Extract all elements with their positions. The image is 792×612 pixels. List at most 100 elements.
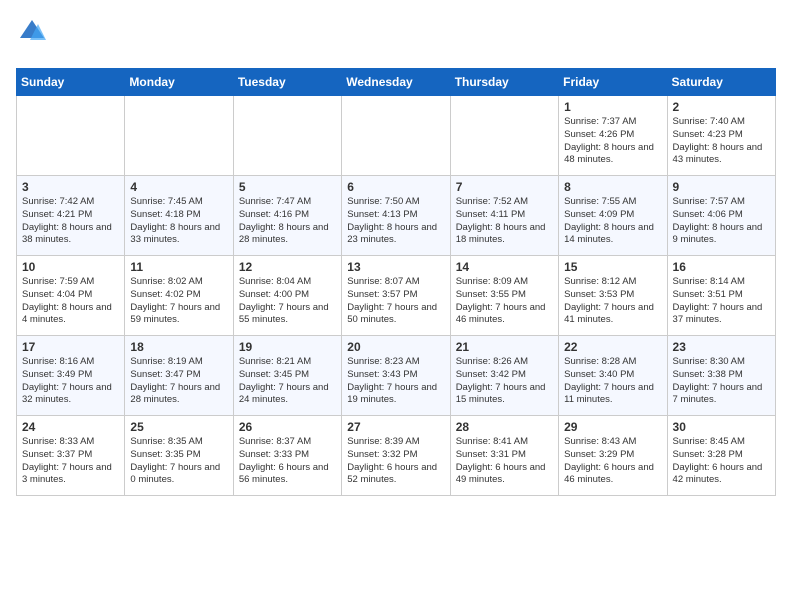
calendar-cell: 22 Sunrise: 8:28 AM Sunset: 3:40 PM Dayli… (559, 336, 667, 416)
day-info: Sunrise: 7:50 AM Sunset: 4:13 PM Dayligh… (347, 196, 444, 247)
calendar-cell: 26 Sunrise: 8:37 AM Sunset: 3:33 PM Dayli… (233, 416, 341, 496)
day-number: 3 (22, 180, 119, 194)
calendar-cell: 2 Sunrise: 7:40 AM Sunset: 4:23 PM Daylig… (667, 96, 775, 176)
day-info: Sunrise: 8:19 AM Sunset: 3:47 PM Dayligh… (130, 356, 227, 407)
day-number: 17 (22, 340, 119, 354)
day-number: 5 (239, 180, 336, 194)
day-number: 4 (130, 180, 227, 194)
col-header-saturday: Saturday (667, 69, 775, 96)
calendar-cell: 4 Sunrise: 7:45 AM Sunset: 4:18 PM Daylig… (125, 176, 233, 256)
day-number: 29 (564, 420, 661, 434)
calendar-cell: 16 Sunrise: 8:14 AM Sunset: 3:51 PM Dayli… (667, 256, 775, 336)
calendar-week-5: 24 Sunrise: 8:33 AM Sunset: 3:37 PM Dayli… (17, 416, 776, 496)
day-number: 12 (239, 260, 336, 274)
day-info: Sunrise: 8:43 AM Sunset: 3:29 PM Dayligh… (564, 436, 661, 487)
calendar-cell: 1 Sunrise: 7:37 AM Sunset: 4:26 PM Daylig… (559, 96, 667, 176)
day-info: Sunrise: 8:45 AM Sunset: 3:28 PM Dayligh… (673, 436, 770, 487)
day-info: Sunrise: 7:55 AM Sunset: 4:09 PM Dayligh… (564, 196, 661, 247)
day-number: 26 (239, 420, 336, 434)
day-number: 30 (673, 420, 770, 434)
day-info: Sunrise: 8:35 AM Sunset: 3:35 PM Dayligh… (130, 436, 227, 487)
day-info: Sunrise: 7:45 AM Sunset: 4:18 PM Dayligh… (130, 196, 227, 247)
day-number: 15 (564, 260, 661, 274)
day-number: 2 (673, 100, 770, 114)
calendar-cell: 17 Sunrise: 8:16 AM Sunset: 3:49 PM Dayli… (17, 336, 125, 416)
day-info: Sunrise: 8:02 AM Sunset: 4:02 PM Dayligh… (130, 276, 227, 327)
day-info: Sunrise: 8:26 AM Sunset: 3:42 PM Dayligh… (456, 356, 553, 407)
calendar-cell: 29 Sunrise: 8:43 AM Sunset: 3:29 PM Dayli… (559, 416, 667, 496)
day-info: Sunrise: 7:52 AM Sunset: 4:11 PM Dayligh… (456, 196, 553, 247)
page: SundayMondayTuesdayWednesdayThursdayFrid… (0, 0, 792, 506)
day-info: Sunrise: 7:42 AM Sunset: 4:21 PM Dayligh… (22, 196, 119, 247)
col-header-wednesday: Wednesday (342, 69, 450, 96)
calendar-cell: 7 Sunrise: 7:52 AM Sunset: 4:11 PM Daylig… (450, 176, 558, 256)
calendar-cell: 28 Sunrise: 8:41 AM Sunset: 3:31 PM Dayli… (450, 416, 558, 496)
calendar-cell (17, 96, 125, 176)
calendar-cell (342, 96, 450, 176)
day-number: 24 (22, 420, 119, 434)
calendar-cell: 8 Sunrise: 7:55 AM Sunset: 4:09 PM Daylig… (559, 176, 667, 256)
day-number: 22 (564, 340, 661, 354)
calendar-cell (125, 96, 233, 176)
day-number: 21 (456, 340, 553, 354)
logo-icon (18, 16, 46, 44)
calendar-cell: 15 Sunrise: 8:12 AM Sunset: 3:53 PM Dayli… (559, 256, 667, 336)
day-info: Sunrise: 8:23 AM Sunset: 3:43 PM Dayligh… (347, 356, 444, 407)
day-info: Sunrise: 8:07 AM Sunset: 3:57 PM Dayligh… (347, 276, 444, 327)
col-header-monday: Monday (125, 69, 233, 96)
day-number: 28 (456, 420, 553, 434)
day-info: Sunrise: 8:30 AM Sunset: 3:38 PM Dayligh… (673, 356, 770, 407)
day-info: Sunrise: 8:39 AM Sunset: 3:32 PM Dayligh… (347, 436, 444, 487)
day-info: Sunrise: 8:04 AM Sunset: 4:00 PM Dayligh… (239, 276, 336, 327)
calendar-week-2: 3 Sunrise: 7:42 AM Sunset: 4:21 PM Daylig… (17, 176, 776, 256)
day-number: 1 (564, 100, 661, 114)
col-header-friday: Friday (559, 69, 667, 96)
col-header-thursday: Thursday (450, 69, 558, 96)
day-info: Sunrise: 7:37 AM Sunset: 4:26 PM Dayligh… (564, 116, 661, 167)
calendar-cell (450, 96, 558, 176)
calendar-week-4: 17 Sunrise: 8:16 AM Sunset: 3:49 PM Dayli… (17, 336, 776, 416)
day-number: 25 (130, 420, 227, 434)
calendar-cell: 23Sunrise: 8:30 AM Sunset: 3:38 PM Dayli… (667, 336, 775, 416)
logo (16, 16, 46, 62)
calendar-cell: 20 Sunrise: 8:23 AM Sunset: 3:43 PM Dayli… (342, 336, 450, 416)
calendar-cell: 19Sunrise: 8:21 AM Sunset: 3:45 PM Dayli… (233, 336, 341, 416)
calendar-cell: 9Sunrise: 7:57 AM Sunset: 4:06 PM Daylig… (667, 176, 775, 256)
day-number: 9 (673, 180, 770, 194)
day-info: Sunrise: 8:28 AM Sunset: 3:40 PM Dayligh… (564, 356, 661, 407)
calendar-cell: 10Sunrise: 7:59 AM Sunset: 4:04 PM Dayli… (17, 256, 125, 336)
header (16, 16, 776, 62)
day-number: 7 (456, 180, 553, 194)
calendar-cell (233, 96, 341, 176)
day-info: Sunrise: 8:16 AM Sunset: 3:49 PM Dayligh… (22, 356, 119, 407)
calendar-week-1: 1 Sunrise: 7:37 AM Sunset: 4:26 PM Daylig… (17, 96, 776, 176)
day-number: 27 (347, 420, 444, 434)
calendar-cell: 30 Sunrise: 8:45 AM Sunset: 3:28 PM Dayli… (667, 416, 775, 496)
day-info: Sunrise: 8:14 AM Sunset: 3:51 PM Dayligh… (673, 276, 770, 327)
calendar-cell: 3 Sunrise: 7:42 AM Sunset: 4:21 PM Daylig… (17, 176, 125, 256)
day-info: Sunrise: 7:47 AM Sunset: 4:16 PM Dayligh… (239, 196, 336, 247)
day-number: 19 (239, 340, 336, 354)
day-number: 13 (347, 260, 444, 274)
day-info: Sunrise: 8:41 AM Sunset: 3:31 PM Dayligh… (456, 436, 553, 487)
day-number: 11 (130, 260, 227, 274)
day-info: Sunrise: 7:59 AM Sunset: 4:04 PM Dayligh… (22, 276, 119, 327)
day-info: Sunrise: 7:40 AM Sunset: 4:23 PM Dayligh… (673, 116, 770, 167)
col-header-tuesday: Tuesday (233, 69, 341, 96)
day-number: 8 (564, 180, 661, 194)
day-number: 16 (673, 260, 770, 274)
day-number: 6 (347, 180, 444, 194)
day-info: Sunrise: 8:12 AM Sunset: 3:53 PM Dayligh… (564, 276, 661, 327)
col-header-sunday: Sunday (17, 69, 125, 96)
calendar-cell: 24 Sunrise: 8:33 AM Sunset: 3:37 PM Dayli… (17, 416, 125, 496)
calendar-cell: 5 Sunrise: 7:47 AM Sunset: 4:16 PM Daylig… (233, 176, 341, 256)
calendar-week-3: 10Sunrise: 7:59 AM Sunset: 4:04 PM Dayli… (17, 256, 776, 336)
day-info: Sunrise: 8:37 AM Sunset: 3:33 PM Dayligh… (239, 436, 336, 487)
day-number: 14 (456, 260, 553, 274)
day-info: Sunrise: 8:33 AM Sunset: 3:37 PM Dayligh… (22, 436, 119, 487)
calendar-cell: 6 Sunrise: 7:50 AM Sunset: 4:13 PM Daylig… (342, 176, 450, 256)
day-number: 20 (347, 340, 444, 354)
calendar-cell: 12 Sunrise: 8:04 AM Sunset: 4:00 PM Dayli… (233, 256, 341, 336)
day-number: 18 (130, 340, 227, 354)
calendar-cell: 27 Sunrise: 8:39 AM Sunset: 3:32 PM Dayli… (342, 416, 450, 496)
